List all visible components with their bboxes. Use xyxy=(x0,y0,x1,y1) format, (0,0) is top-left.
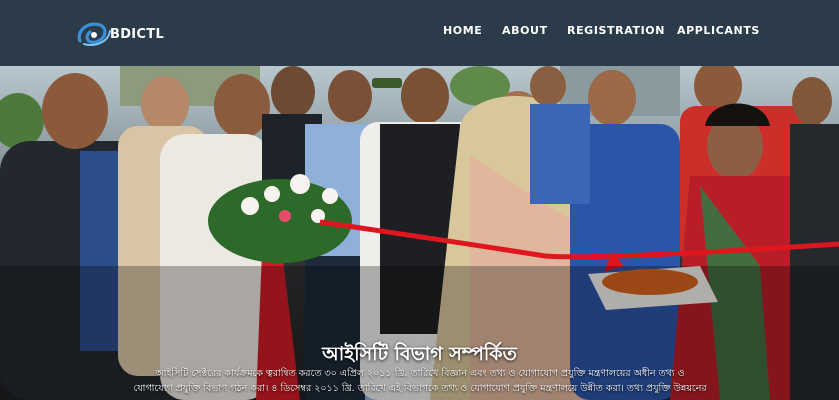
brand-name: BDICTL xyxy=(110,26,165,42)
nav-about[interactable]: ABOUT xyxy=(502,24,548,37)
nav-applicants[interactable]: APPLICANTS xyxy=(677,24,760,37)
about-section-text: আইসিটি সেক্টরের কার্যক্রমকে ত্বরান্বিত ক… xyxy=(120,366,720,396)
about-text-line: যোগাযোগ প্রযুক্তি বিভাগ গঠন করা। ৪ ডিসেম… xyxy=(133,383,707,394)
logo-swirl-icon xyxy=(77,22,111,46)
top-navbar: BDICTL HOME ABOUT REGISTRATION APPLICANT… xyxy=(0,0,839,66)
hero-banner: আইসিটি বিভাগ সম্পর্কিত আইসিটি সেক্টরের ক… xyxy=(0,66,839,400)
about-text-line: আইসিটি সেক্টরের কার্যক্রমকে ত্বরান্বিত ক… xyxy=(155,368,685,379)
nav-registration[interactable]: REGISTRATION xyxy=(567,24,665,37)
nav-home[interactable]: HOME xyxy=(443,24,482,37)
brand-logo[interactable]: BDICTL xyxy=(74,19,164,49)
